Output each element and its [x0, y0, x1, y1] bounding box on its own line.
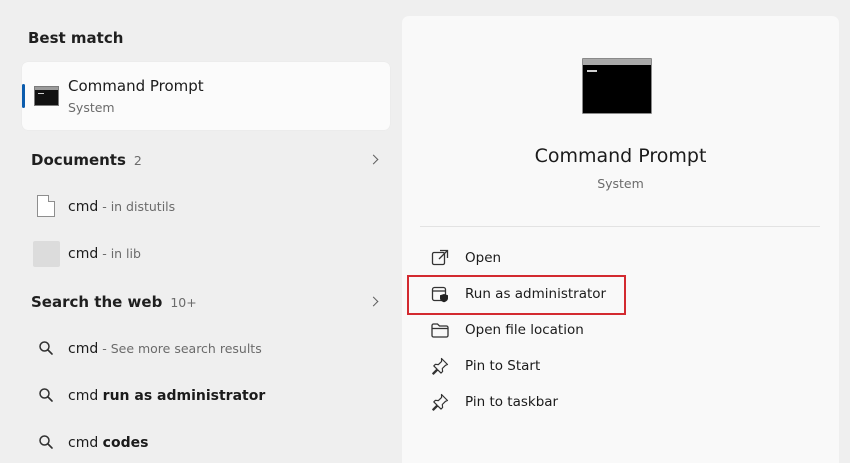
- documents-heading[interactable]: Documents 2: [31, 151, 142, 169]
- search-icon: [39, 341, 53, 355]
- documents-count: 2: [133, 153, 142, 168]
- web-result-query: cmd: [68, 388, 103, 404]
- search-web-count: 10+: [170, 295, 197, 310]
- divider: [420, 226, 820, 227]
- web-result-query: cmd: [68, 435, 103, 451]
- command-prompt-large-icon: [582, 58, 652, 114]
- web-result[interactable]: cmd run as administrator: [33, 382, 373, 412]
- document-result-name: cmd: [68, 246, 99, 262]
- highlight-box: [407, 275, 626, 315]
- web-result[interactable]: cmd codes: [33, 429, 373, 459]
- web-result-hint: - See more search results: [98, 341, 262, 356]
- search-web-expand-chevron-icon[interactable]: [370, 296, 380, 310]
- web-result-suggestion: run as administrator: [102, 388, 266, 404]
- web-result-suggestion: codes: [102, 435, 149, 451]
- document-result-location: - in distutils: [98, 199, 176, 214]
- preview-app-type: System: [597, 176, 644, 191]
- best-match-name: Command Prompt: [68, 77, 204, 95]
- best-match-command-prompt[interactable]: Command Prompt System: [22, 62, 390, 130]
- document-result-location: - in lib: [98, 246, 141, 261]
- command-prompt-icon: [34, 86, 59, 106]
- folder-icon: [431, 323, 449, 338]
- action-open[interactable]: Open: [430, 245, 810, 271]
- document-result[interactable]: cmd - in lib: [33, 240, 373, 270]
- search-web-heading[interactable]: Search the web 10+: [31, 293, 197, 311]
- file-thumbnail-icon: [33, 241, 60, 267]
- action-pin-to-start-label: Pin to Start: [465, 358, 541, 374]
- action-open-label: Open: [465, 250, 502, 266]
- open-external-icon: [431, 249, 449, 266]
- document-result-name: cmd: [68, 199, 99, 215]
- action-pin-to-taskbar-label: Pin to taskbar: [465, 394, 559, 410]
- search-icon: [39, 435, 53, 449]
- document-result[interactable]: cmd - in distutils: [33, 193, 373, 223]
- preview-app-name: Command Prompt: [534, 145, 707, 167]
- action-open-file-location-label: Open file location: [465, 322, 584, 338]
- file-icon: [37, 195, 55, 217]
- action-pin-to-start[interactable]: Pin to Start: [430, 353, 810, 379]
- search-web-title: Search the web: [31, 293, 163, 311]
- search-icon: [39, 388, 53, 402]
- results-pane: Best match Command Prompt System Documen…: [0, 0, 400, 463]
- selection-indicator: [22, 84, 25, 108]
- pin-icon: [432, 357, 449, 375]
- action-open-file-location[interactable]: Open file location: [430, 317, 810, 343]
- best-match-type: System: [68, 100, 115, 115]
- action-pin-to-taskbar[interactable]: Pin to taskbar: [430, 389, 810, 415]
- best-match-heading: Best match: [28, 29, 124, 47]
- pin-icon: [432, 393, 449, 411]
- web-result[interactable]: cmd - See more search results: [33, 335, 373, 365]
- documents-expand-chevron-icon[interactable]: [370, 154, 380, 168]
- documents-title: Documents: [31, 151, 126, 169]
- web-result-query: cmd: [68, 341, 99, 357]
- preview-pane: Command Prompt System Open Run as admini…: [402, 16, 839, 463]
